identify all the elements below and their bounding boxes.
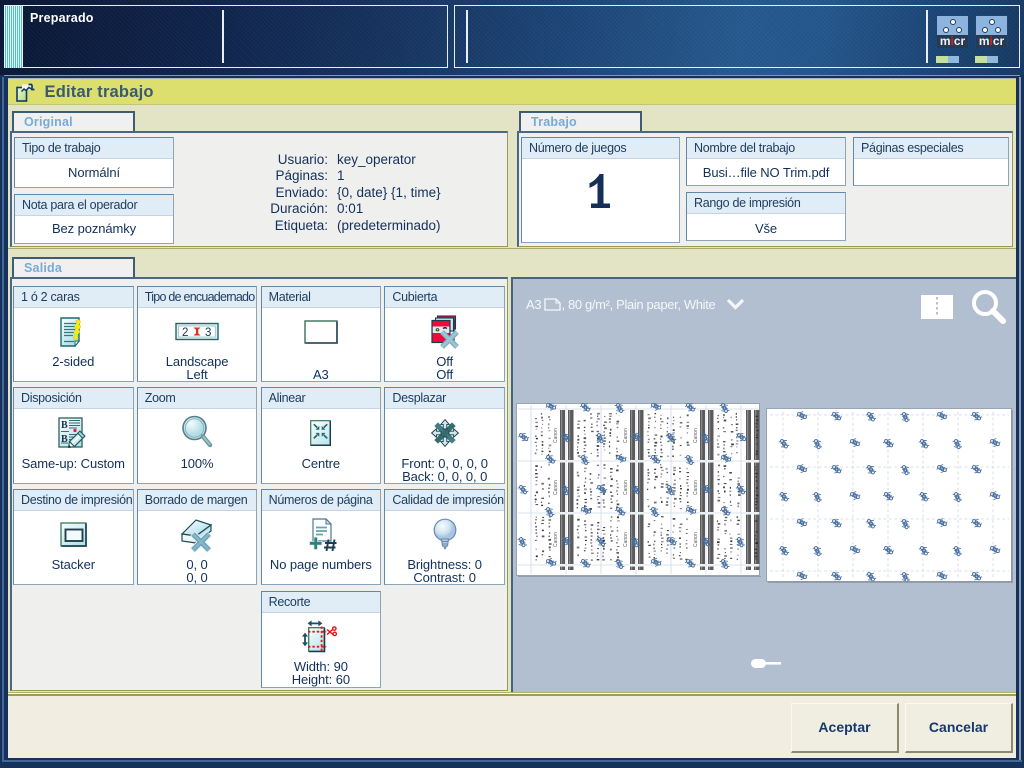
svg-text:Canon: Canon bbox=[553, 480, 559, 495]
svg-text:Canon: Canon bbox=[623, 480, 629, 495]
svg-text:2: 2 bbox=[182, 327, 188, 339]
svg-text:B: B bbox=[61, 420, 68, 431]
svg-text:Canon: Canon bbox=[553, 532, 559, 547]
svg-text:Canon: Canon bbox=[693, 532, 699, 547]
svg-text:Canon: Canon bbox=[623, 532, 629, 547]
svg-text:Canon: Canon bbox=[553, 428, 559, 443]
svg-text:Canon: Canon bbox=[693, 480, 699, 495]
svg-text:Canon: Canon bbox=[693, 428, 699, 443]
svg-text:Canon: Canon bbox=[623, 428, 629, 443]
svg-text:3: 3 bbox=[205, 327, 211, 339]
